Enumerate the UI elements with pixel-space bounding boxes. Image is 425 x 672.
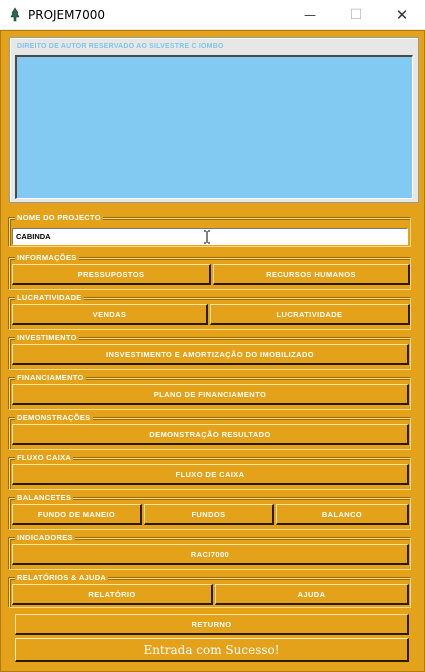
project-name-group: NOME DO PROJECTO CABINDA (9, 213, 411, 247)
indicadores-label: INDICADORES (15, 533, 75, 542)
minimize-button[interactable]: — (287, 0, 333, 30)
fundos-button[interactable]: FUNDOS (144, 504, 274, 525)
investimento-label: INVESTIMENTO (15, 333, 79, 342)
main-window: DIREITO DE AUTOR RESERVADO AO SILVESTRE … (0, 30, 425, 672)
vendas-button[interactable]: VENDAS (12, 304, 208, 325)
status-message: Entrada com Sucesso! (15, 638, 409, 662)
recursos-humanos-button[interactable]: RECURSOS HUMANOS (213, 264, 410, 285)
demonstracoes-group: DEMONSTRAÇÕES DEMONSTRAÇÃO RESULTADO (9, 413, 411, 450)
text-cursor-icon (204, 230, 210, 244)
lucratividade-group: LUCRATIVIDADE VENDAS LUCRATIVIDADE (9, 293, 411, 330)
copyright-text: DIREITO DE AUTOR RESERVADO AO SILVESTRE … (17, 43, 224, 50)
window-title: PROJEM7000 (28, 7, 106, 22)
fundo-de-maneio-button[interactable]: FUNDO DE MANEIO (12, 504, 142, 525)
pressupostos-button[interactable]: PRESSUPOSTOS (12, 264, 211, 285)
indicadores-group: INDICADORES RACI7000 (9, 533, 411, 570)
investimento-amortizacao-button[interactable]: INSVESTIMENTO E AMORTIZAÇÃO DO IMOBILIZA… (12, 344, 409, 365)
relatorios-ajuda-label: RELATÓRIOS & AJUDA (15, 573, 109, 582)
fluxo-caixa-group: FLUXO CAIXA FLUXO DE CAIXA (9, 453, 411, 490)
fluxo-de-caixa-button[interactable]: FLUXO DE CAIXA (12, 464, 409, 485)
close-button[interactable]: ✕ (379, 0, 425, 30)
banner-panel: DIREITO DE AUTOR RESERVADO AO SILVESTRE … (9, 37, 419, 203)
investimento-group: INVESTIMENTO INSVESTIMENTO E AMORTIZAÇÃO… (9, 333, 411, 370)
relatorios-ajuda-group: RELATÓRIOS & AJUDA RELATÓRIO AJUDA (9, 573, 411, 608)
title-bar: PROJEM7000 — ☐ ✕ (0, 0, 425, 30)
balancetes-group: BALANCETES FUNDO DE MANEIO FUNDOS BALANC… (9, 493, 411, 530)
project-name-value: CABINDA (16, 232, 51, 241)
fluxo-caixa-label: FLUXO CAIXA (15, 453, 74, 462)
returno-button[interactable]: RETURNO (15, 614, 409, 635)
project-name-input[interactable]: CABINDA (12, 228, 408, 245)
informacoes-label: INFORMAÇÕES (15, 253, 79, 262)
raci7000-button[interactable]: RACI7000 (12, 544, 409, 565)
relatorio-button[interactable]: RELATÓRIO (12, 584, 213, 605)
demonstracoes-label: DEMONSTRAÇÕES (15, 413, 93, 422)
demonstracao-resultado-button[interactable]: DEMONSTRAÇÃO RESULTADO (12, 424, 409, 445)
informacoes-group: INFORMAÇÕES PRESSUPOSTOS RECURSOS HUMANO… (9, 253, 411, 290)
window-controls: — ☐ ✕ (287, 0, 425, 30)
balancetes-label: BALANCETES (15, 493, 74, 502)
display-area (15, 55, 413, 199)
financiamento-label: FINANCIAMENTO (15, 373, 86, 382)
plano-financiamento-button[interactable]: PLANO DE FINANCIAMENTO (12, 384, 409, 405)
project-name-label: NOME DO PROJECTO (15, 213, 103, 222)
lucratividade-button[interactable]: LUCRATIVIDADE (210, 304, 410, 325)
ajuda-button[interactable]: AJUDA (215, 584, 409, 605)
lucratividade-label: LUCRATIVIDADE (15, 293, 84, 302)
balanco-button[interactable]: BALANCO (276, 504, 409, 525)
app-icon (10, 6, 20, 21)
financiamento-group: FINANCIAMENTO PLANO DE FINANCIAMENTO (9, 373, 411, 410)
maximize-button[interactable]: ☐ (333, 0, 379, 30)
